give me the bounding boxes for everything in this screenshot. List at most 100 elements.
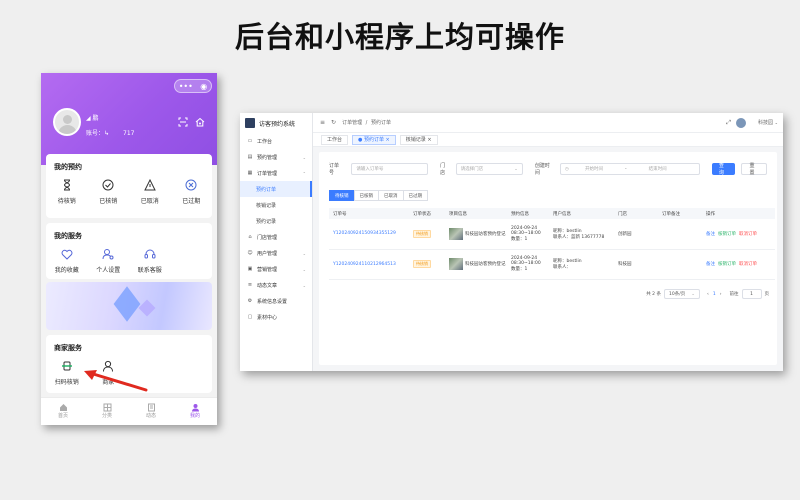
booking-expired[interactable]: 已过期 xyxy=(171,178,213,205)
sidebar-item-label: 门店管理 xyxy=(257,234,278,241)
status-tab-verified[interactable]: 已核销 xyxy=(353,190,379,201)
sidebar-item-articles[interactable]: ≡ 动态文章 ⌄ xyxy=(240,277,312,293)
order-number-link[interactable]: Y120240924110212964513 xyxy=(333,262,396,267)
booking-pending[interactable]: 待核销 xyxy=(46,178,88,205)
brand-logo-icon xyxy=(245,118,255,128)
breadcrumb-item[interactable]: 订单管理 xyxy=(342,120,362,126)
sidebar-item-booking-orders[interactable]: 预约订单 xyxy=(240,181,312,197)
status-tab-expired[interactable]: 已过期 xyxy=(402,190,428,201)
tab-booking-orders[interactable]: ● 预约订单 × xyxy=(352,134,396,145)
service-favorites[interactable]: 我的收藏 xyxy=(46,247,88,274)
avatar[interactable] xyxy=(53,108,81,136)
account-prefix: ↳ xyxy=(104,130,110,137)
page-size-select[interactable]: 10条/页 ⌄ xyxy=(663,289,700,299)
tab-verify-records[interactable]: 核销记录 × xyxy=(399,134,438,145)
service-support-label: 联系客服 xyxy=(137,267,162,274)
account-label: 账号： xyxy=(86,130,105,137)
headset-icon xyxy=(129,247,171,261)
store-name: 创新园 xyxy=(618,231,632,237)
chevron-down-icon[interactable]: ⌄ xyxy=(775,120,778,125)
tab-mine[interactable]: 我的 xyxy=(173,398,217,425)
settings-icon: ⚙ xyxy=(247,298,253,304)
sidebar-item-media-center[interactable]: ▢ 素材中心 xyxy=(240,309,312,325)
user-avatar[interactable] xyxy=(736,117,746,128)
order-no-input[interactable]: 请输入订单号 xyxy=(351,163,429,175)
my-booking-title: 我的预约 xyxy=(54,163,82,171)
goto-page-input[interactable]: 1 xyxy=(741,289,762,299)
service-support[interactable]: 联系客服 xyxy=(129,247,171,274)
account-value: 717 xyxy=(123,130,135,137)
fullscreen-icon[interactable]: ⤢ xyxy=(726,119,731,127)
scan-icon[interactable] xyxy=(178,117,188,130)
my-booking-card: 我的预约 待核销 已核销 已取消 已过期 xyxy=(46,154,212,218)
chevron-down-icon: ⌄ xyxy=(691,291,695,297)
tab-workbench[interactable]: 工作台 xyxy=(321,134,349,145)
sidebar-item-label: 营销管理 xyxy=(257,266,278,273)
miniprogram-capsule[interactable]: ••• ◉ xyxy=(174,79,212,93)
chevron-down-icon: ⌄ xyxy=(302,250,306,256)
sidebar-item-booking-records[interactable]: 预约记录 xyxy=(240,213,312,229)
pagination-total: 共 2 条 xyxy=(646,292,661,297)
sidebar-item-booking-manage[interactable]: ▤ 预约管理 ⌄ xyxy=(240,149,312,165)
column-header: 预约信息 xyxy=(507,208,549,219)
close-icon[interactable]: ◉ xyxy=(200,82,207,91)
sidebar-item-label: 素材中心 xyxy=(257,314,278,321)
booking-pending-label: 待核销 xyxy=(57,198,76,205)
booking-cancelled[interactable]: 已取消 xyxy=(129,178,171,205)
sidebar-item-verify-records[interactable]: 核销记录 xyxy=(240,197,312,213)
column-header: 门店 xyxy=(614,208,658,219)
status-tab-cancelled[interactable]: 已取消 xyxy=(378,190,404,201)
cancel-order-link[interactable]: 取消订单 xyxy=(739,232,757,237)
chevron-down-icon: ⌄ xyxy=(302,282,306,288)
prev-page-button[interactable]: ‹ xyxy=(707,292,709,297)
current-page[interactable]: 1 xyxy=(713,292,716,297)
service-settings[interactable]: 个人设置 xyxy=(88,247,130,274)
next-page-button[interactable]: › xyxy=(720,292,722,297)
verify-order-link[interactable]: 核销订单 xyxy=(718,262,736,267)
sidebar-item-label: 订单管理 xyxy=(257,170,278,177)
tab-home[interactable]: 首页 xyxy=(41,398,85,425)
project-name: 科技园访客预约登记 xyxy=(465,262,506,267)
check-circle-icon xyxy=(88,178,130,192)
collapse-menu-icon[interactable]: ≡ xyxy=(320,119,325,126)
column-header: 订单状态 xyxy=(409,208,445,219)
project-thumbnail xyxy=(449,227,463,240)
sidebar-item-user-manage[interactable]: ☺ 用户管理 ⌄ xyxy=(240,245,312,261)
start-time-placeholder: 开始时间 xyxy=(584,167,603,172)
sidebar-item-order-manage[interactable]: ▦ 订单管理 ⌃ xyxy=(240,165,312,181)
remark-action-link[interactable]: 备注 xyxy=(706,232,715,237)
chevron-down-icon: ⌄ xyxy=(514,166,518,172)
page-unit-label: 页 xyxy=(764,292,770,297)
my-service-title: 我的服务 xyxy=(54,232,82,240)
promo-banner[interactable] xyxy=(46,282,212,330)
query-button[interactable]: 查询 xyxy=(711,163,736,176)
sidebar-item-marketing[interactable]: ▣ 营销管理 ⌄ xyxy=(240,261,312,277)
marketing-icon: ▣ xyxy=(247,266,253,272)
tab-category[interactable]: 分类 xyxy=(85,398,129,425)
verify-order-link[interactable]: 核销订单 xyxy=(718,232,736,237)
order-number-link[interactable]: Y120240924150934355129 xyxy=(333,231,396,236)
sidebar-item-store-manage[interactable]: ⌂ 门店管理 xyxy=(240,229,312,245)
sidebar-item-system-settings[interactable]: ⚙ 系统信息设置 xyxy=(240,293,312,309)
date-range-picker[interactable]: ◷ 开始时间 - 结束时间 xyxy=(560,163,700,175)
status-tab-pending[interactable]: 待核销 xyxy=(329,190,355,201)
booking-verified[interactable]: 已核销 xyxy=(88,178,130,205)
tab-news-label: 动态 xyxy=(145,413,156,419)
home-icon[interactable] xyxy=(195,117,205,130)
sidebar-item-label: 动态文章 xyxy=(257,282,278,289)
admin-user-name[interactable]: 科技园 xyxy=(758,119,773,126)
store-select[interactable]: 请选择门店 ⌄ xyxy=(455,163,523,175)
article-icon: ≡ xyxy=(247,282,253,288)
cancel-order-link[interactable]: 取消订单 xyxy=(739,262,757,267)
more-icon[interactable]: ••• xyxy=(179,82,193,91)
tab-news[interactable]: 动态 xyxy=(129,398,173,425)
column-header: 用户信息 xyxy=(549,208,614,219)
sidebar-item-label: 核销记录 xyxy=(256,202,277,209)
reset-button[interactable]: 重置 xyxy=(741,163,768,176)
chevron-down-icon: ⌄ xyxy=(302,154,306,160)
sidebar-item-workbench[interactable]: ▭ 工作台 xyxy=(240,133,312,149)
remark-action-link[interactable]: 备注 xyxy=(706,262,715,267)
refresh-icon[interactable]: ↻ xyxy=(331,119,336,126)
column-header: 订单备注 xyxy=(658,208,702,219)
orders-table: 订单号 订单状态 项目信息 预约信息 用户信息 门店 订单备注 操作 Y1202… xyxy=(329,208,775,280)
